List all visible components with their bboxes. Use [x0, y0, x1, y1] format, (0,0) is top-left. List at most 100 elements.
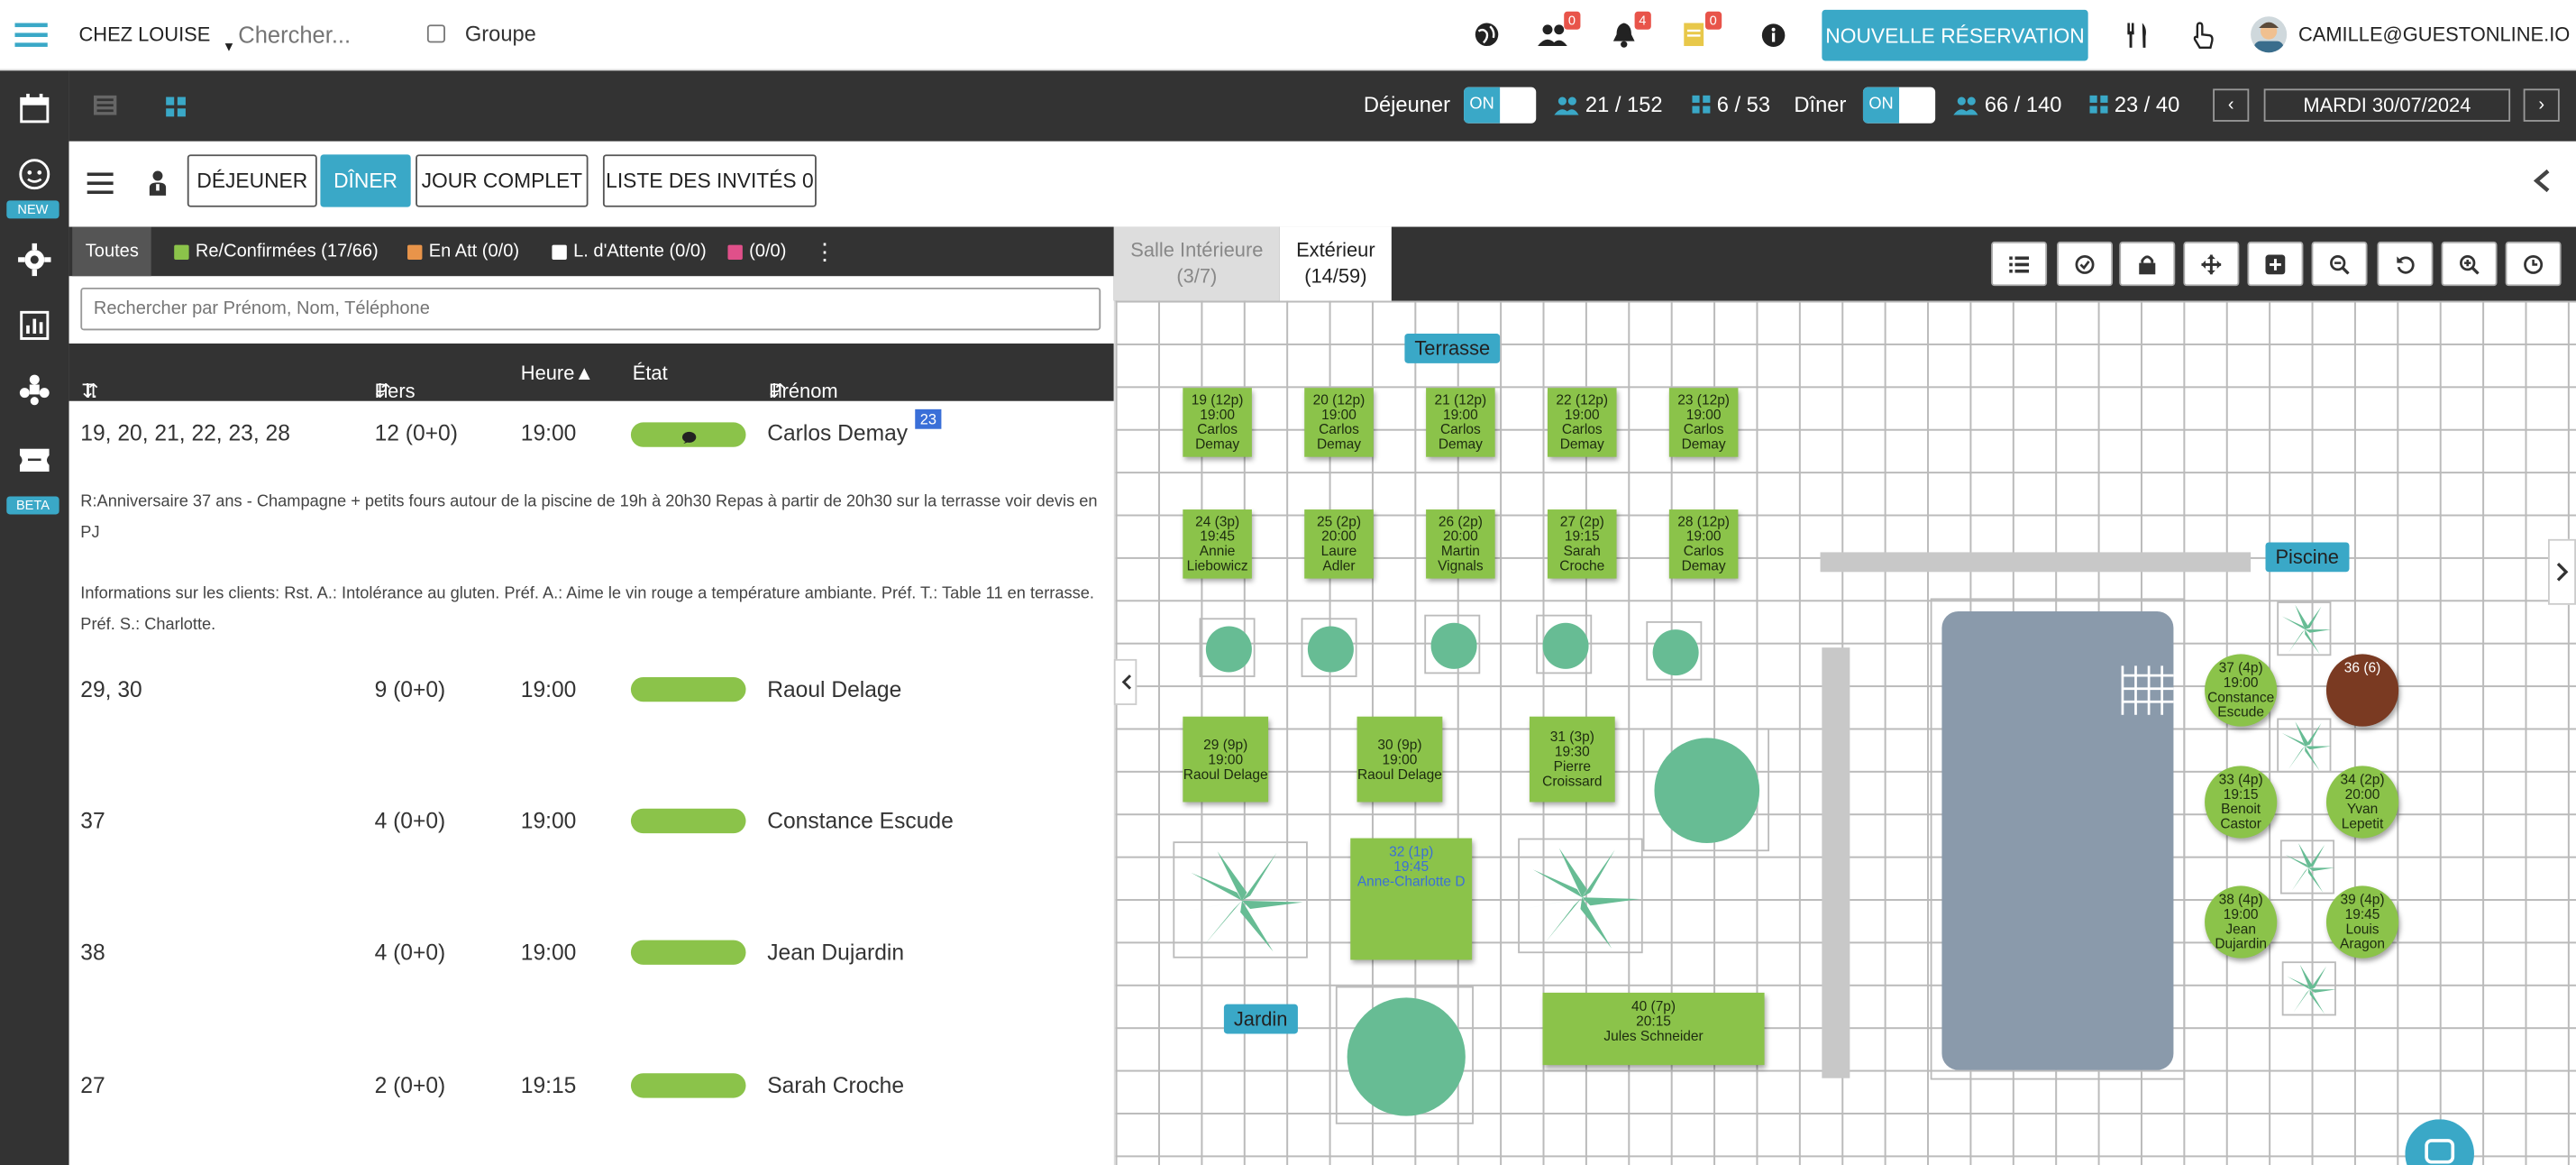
- notes-icon[interactable]: 0: [1676, 11, 1722, 50]
- ticket-icon[interactable]: [16, 442, 52, 478]
- clock-icon[interactable]: [2505, 241, 2562, 287]
- guests-icon[interactable]: 0: [1534, 11, 1581, 50]
- list-view-icon[interactable]: [93, 94, 117, 124]
- filter-all[interactable]: Toutes: [72, 226, 152, 277]
- restaurant-selector[interactable]: CHEZ LOUISE ▼: [78, 23, 235, 55]
- group-checkbox[interactable]: Groupe: [426, 22, 536, 46]
- list-tool-icon[interactable]: [1991, 241, 2048, 287]
- dinner-view-button[interactable]: DÎNER: [320, 154, 411, 207]
- table-20[interactable]: 20 (12p) 19:00 Carlos Demay: [1304, 388, 1374, 457]
- list-toggle-icon[interactable]: [87, 172, 114, 202]
- state-pill[interactable]: [630, 1073, 746, 1098]
- puzzle-icon[interactable]: [16, 372, 52, 408]
- full-day-button[interactable]: JOUR COMPLET: [416, 154, 589, 207]
- lock-icon[interactable]: [2119, 241, 2176, 287]
- zoom-out-icon[interactable]: [2311, 241, 2368, 287]
- gear-icon[interactable]: [16, 242, 52, 278]
- table-row[interactable]: 19, 20, 21, 22, 23, 28 12 (0+0) 19:00 Ca…: [69, 408, 1114, 487]
- restaurant-name: CHEZ LOUISE: [78, 23, 211, 47]
- table-34[interactable]: 34 (2p) 20:00 Yvan Lepetit: [2325, 766, 2399, 839]
- table-24[interactable]: 24 (3p) 19:45 Annie Liebowicz: [1183, 509, 1252, 579]
- table-time: 19:00: [1382, 750, 1418, 767]
- table-28[interactable]: 28 (12p) 19:00 Carlos Demay: [1668, 509, 1739, 579]
- avatar[interactable]: [2251, 16, 2288, 53]
- table-27[interactable]: 27 (2p) 19:15 Sarah Croche: [1547, 509, 1617, 579]
- zoom-in-icon[interactable]: [2441, 241, 2498, 287]
- dinner-toggle[interactable]: ON: [1862, 87, 1936, 124]
- table-40[interactable]: 40 (7p) 20:15 Jules Schneider: [1542, 992, 1765, 1066]
- row-name: Raoul Delage: [767, 676, 902, 702]
- calendar-icon[interactable]: [16, 90, 52, 126]
- col-state[interactable]: État: [633, 362, 668, 385]
- move-icon[interactable]: [2183, 241, 2240, 287]
- globe-icon[interactable]: [1468, 18, 1504, 50]
- stats-icon[interactable]: [16, 307, 52, 344]
- date-picker[interactable]: MARDI 30/07/2024: [2263, 88, 2511, 122]
- dinner-table-count: 23 / 40: [2089, 92, 2179, 116]
- palm-icon: [2277, 718, 2332, 773]
- collapse-panel-icon[interactable]: [2533, 169, 2550, 197]
- chevron-right-icon: ›: [2538, 95, 2545, 115]
- table-29[interactable]: 29 (9p) 19:00 Raoul Delage: [1183, 716, 1269, 803]
- prev-day-button[interactable]: ‹: [2213, 88, 2250, 122]
- hamburger-menu-icon[interactable]: [14, 18, 50, 50]
- reset-icon[interactable]: [2377, 241, 2434, 287]
- grid-view-icon[interactable]: [166, 96, 186, 125]
- table-guest: Benoit Castor: [2220, 800, 2261, 832]
- tab-indoor[interactable]: Salle Intérieure (3/7): [1113, 226, 1280, 301]
- face-icon[interactable]: [16, 156, 52, 192]
- lunch-view-label: DÉJEUNER: [196, 169, 308, 193]
- filter-other[interactable]: (0/0): [715, 227, 799, 277]
- guest-list-button[interactable]: LISTE DES INVITÉS 0: [602, 154, 817, 207]
- waiter-icon[interactable]: [148, 170, 168, 206]
- reservation-search-input[interactable]: [80, 287, 1101, 331]
- bell-badge: 4: [1633, 11, 1651, 30]
- table-33[interactable]: 33 (4p) 19:15 Benoit Castor: [2205, 766, 2278, 839]
- expand-right-icon[interactable]: [2548, 538, 2576, 605]
- table-37[interactable]: 37 (4p) 19:00 Constance Escude: [2205, 654, 2278, 727]
- table-26[interactable]: 26 (2p) 20:00 Martin Vignals: [1426, 509, 1495, 579]
- checkbox-box[interactable]: [426, 24, 445, 43]
- caret-down-icon: ▼: [222, 39, 236, 55]
- bell-icon[interactable]: 4: [1605, 11, 1651, 50]
- state-pill[interactable]: [630, 808, 746, 834]
- new-tag: NEW: [6, 200, 59, 219]
- filter-waitlist[interactable]: L. d'Attente (0/0): [539, 227, 719, 277]
- table-36[interactable]: 36 (6): [2325, 654, 2399, 727]
- filter-pending[interactable]: En Att (0/0): [394, 227, 532, 277]
- cutlery-icon[interactable]: [2119, 18, 2155, 50]
- palm-icon: [2277, 601, 2332, 656]
- lunch-view-button[interactable]: DÉJEUNER: [187, 154, 317, 207]
- collapse-left-icon[interactable]: [1113, 658, 1137, 705]
- chat-bubble-icon[interactable]: [2405, 1119, 2474, 1165]
- table-23[interactable]: 23 (12p) 19:00 Carlos Demay: [1668, 388, 1739, 457]
- tab-outdoor[interactable]: Extérieur (14/59): [1279, 226, 1392, 301]
- table-25[interactable]: 25 (2p) 20:00 Laure Adler: [1304, 509, 1374, 579]
- table-19[interactable]: 19 (12p) 19:00 Carlos Demay: [1183, 388, 1252, 457]
- next-day-button[interactable]: ›: [2523, 88, 2560, 122]
- table-39[interactable]: 39 (4p) 19:45 Louis Aragon: [2325, 885, 2399, 959]
- state-pill[interactable]: [630, 940, 746, 965]
- table-21[interactable]: 21 (12p) 19:00 Carlos Demay: [1426, 388, 1495, 457]
- global-search-input[interactable]: [238, 16, 411, 53]
- user-email[interactable]: CAMILLE@GUESTONLINE.IO: [2298, 23, 2570, 47]
- table-30[interactable]: 30 (9p) 19:00 Raoul Delage: [1357, 716, 1443, 803]
- filter-confirmed[interactable]: Re/Confirmées (17/66): [161, 227, 392, 277]
- table-31[interactable]: 31 (3p) 19:30 Pierre Croissard: [1529, 716, 1615, 803]
- table-38[interactable]: 38 (4p) 19:00 Jean Dujardin: [2205, 885, 2278, 959]
- table-guest: Anne-Charlotte D: [1357, 872, 1466, 890]
- new-booking-button[interactable]: NOUVELLE RÉSERVATION: [1822, 9, 2088, 61]
- check-circle-icon[interactable]: [2057, 241, 2113, 287]
- info-icon[interactable]: [1755, 18, 1791, 50]
- hand-pointer-icon[interactable]: [2185, 18, 2221, 50]
- col-time[interactable]: Heure▲: [521, 362, 594, 385]
- more-options-icon[interactable]: ⋮: [800, 227, 850, 277]
- table-32[interactable]: 32 (1p) 19:45 Anne-Charlotte D: [1350, 838, 1473, 960]
- add-table-icon[interactable]: [2247, 241, 2304, 287]
- state-pill[interactable]: [630, 676, 746, 702]
- table-guest: Annie Liebowicz: [1186, 542, 1248, 574]
- shrub-icon: [1424, 614, 1481, 674]
- state-pill[interactable]: [630, 422, 746, 447]
- table-22[interactable]: 22 (12p) 19:00 Carlos Demay: [1547, 388, 1617, 457]
- lunch-toggle[interactable]: ON: [1464, 87, 1537, 124]
